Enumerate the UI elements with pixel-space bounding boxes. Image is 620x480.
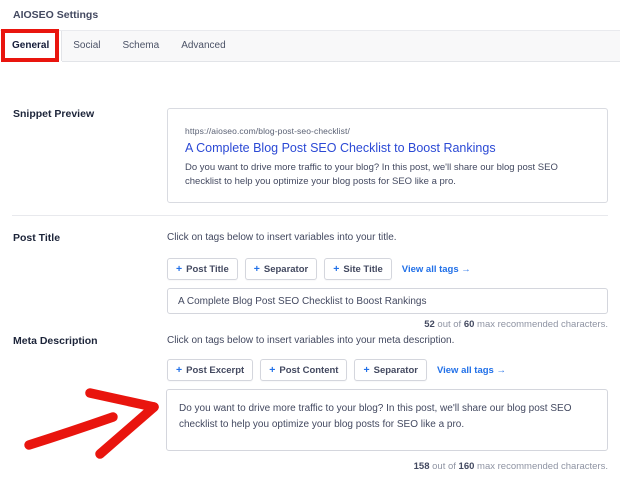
tag-button-post-content[interactable]: + Post Content	[260, 359, 348, 381]
char-count-separator: out of	[434, 319, 464, 330]
tag-button-separator[interactable]: + Separator	[354, 359, 427, 381]
meta-description-char-count: 158 out of 160 max recommended character…	[414, 461, 608, 472]
tag-button-label: Site Title	[343, 263, 383, 275]
panel-title: AIOSEO Settings	[13, 9, 99, 21]
plus-icon: +	[333, 262, 340, 275]
tag-button-label: Separator	[263, 263, 309, 275]
view-all-tags-link[interactable]: View all tags →	[402, 264, 471, 275]
section-divider	[12, 215, 608, 216]
tab-bar: General Social Schema Advanced	[0, 30, 620, 62]
view-all-tags-link[interactable]: View all tags →	[437, 365, 506, 376]
char-count-current: 52	[424, 319, 435, 330]
plus-icon: +	[269, 363, 276, 376]
tag-button-label: Post Content	[279, 364, 339, 376]
aioseo-settings-panel: AIOSEO Settings General Social Schema Ad…	[0, 0, 620, 480]
post-title-helper: Click on tags below to insert variables …	[167, 232, 397, 243]
char-count-separator: out of	[429, 461, 459, 472]
tag-button-post-title[interactable]: + Post Title	[167, 258, 238, 280]
snippet-url: https://aioseo.com/blog-post-seo-checkli…	[185, 126, 350, 136]
tab-schema[interactable]: Schema	[112, 31, 171, 61]
meta-description-textarea[interactable]: Do you want to drive more traffic to you…	[166, 389, 608, 451]
snippet-title: A Complete Blog Post SEO Checklist to Bo…	[185, 141, 496, 155]
meta-description-label: Meta Description	[13, 335, 98, 347]
plus-icon: +	[176, 262, 183, 275]
tag-button-label: Separator	[373, 364, 418, 376]
post-title-label: Post Title	[13, 232, 61, 244]
meta-description-tag-row: + Post Excerpt + Post Content + Separator V…	[167, 359, 506, 381]
post-title-input[interactable]	[167, 288, 608, 314]
snippet-description: Do you want to drive more traffic to you…	[185, 162, 558, 187]
snippet-preview-box: https://aioseo.com/blog-post-seo-checkli…	[167, 108, 608, 203]
char-count-suffix: max recommended characters.	[474, 461, 608, 472]
plus-icon: +	[253, 262, 260, 275]
tab-social[interactable]: Social	[62, 31, 111, 61]
tab-general[interactable]: General	[0, 31, 63, 61]
char-count-suffix: max recommended characters.	[474, 319, 608, 330]
char-count-max: 160	[458, 461, 475, 472]
plus-icon: +	[176, 363, 183, 376]
tag-button-label: Post Title	[186, 263, 229, 275]
tag-button-site-title[interactable]: + Site Title	[324, 258, 392, 280]
meta-description-helper: Click on tags below to insert variables …	[167, 335, 455, 346]
char-count-current: 158	[413, 461, 430, 472]
tab-advanced[interactable]: Advanced	[170, 31, 236, 61]
tag-button-separator[interactable]: + Separator	[244, 258, 318, 280]
snippet-preview-label: Snippet Preview	[13, 108, 95, 120]
char-count-max: 60	[463, 319, 475, 330]
post-title-char-count: 52 out of 60 max recommended characters.	[424, 319, 608, 330]
tag-button-post-excerpt[interactable]: + Post Excerpt	[167, 359, 254, 381]
tag-button-label: Post Excerpt	[186, 364, 245, 376]
plus-icon: +	[363, 363, 370, 376]
post-title-tag-row: + Post Title + Separator + Site Title View …	[167, 258, 471, 280]
